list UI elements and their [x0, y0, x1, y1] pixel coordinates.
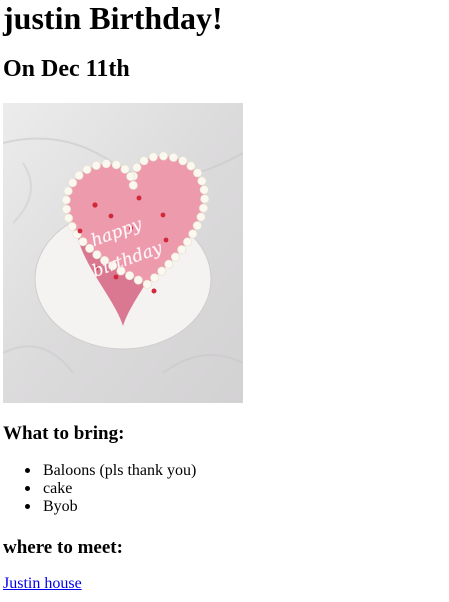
list-item: cake [3, 480, 196, 498]
where-to-meet-heading: where to meet: [3, 537, 123, 558]
list-item: Baloons (pls thank you) [3, 462, 196, 480]
event-date: On Dec 11th [3, 56, 130, 82]
what-to-bring-heading: What to bring: [3, 423, 125, 444]
location-link[interactable]: Justin house [3, 575, 82, 593]
list-item: Byob [3, 498, 196, 516]
bring-list: Baloons (pls thank you) cake Byob [3, 462, 196, 516]
page-title: justin Birthday! [3, 0, 223, 36]
birthday-cake-image: happy birthday [3, 103, 243, 403]
